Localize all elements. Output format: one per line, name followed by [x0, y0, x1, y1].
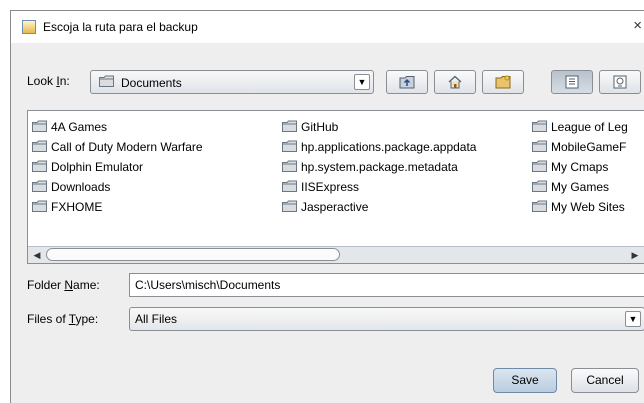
folder-icon [532, 160, 547, 172]
file-name: Jasperactive [301, 200, 369, 214]
file-name: League of Leg [551, 120, 628, 134]
scroll-right-icon[interactable]: ▶ [628, 248, 642, 262]
folder-icon [32, 200, 47, 212]
files-of-type-combo[interactable]: All Files ▼ [129, 307, 644, 331]
window-title: Escoja la ruta para el backup [43, 20, 198, 34]
new-folder-button[interactable] [482, 70, 524, 94]
file-name: GitHub [301, 120, 339, 134]
folder-name-value: C:\Users\misch\Documents [135, 278, 281, 292]
close-icon[interactable]: × [633, 17, 642, 34]
folder-icon [32, 120, 47, 132]
file-name: FXHOME [51, 200, 103, 214]
save-button[interactable]: Save [493, 368, 557, 393]
chevron-down-icon[interactable]: ▼ [354, 74, 370, 90]
cancel-button[interactable]: Cancel [571, 368, 639, 393]
folder-icon [99, 75, 114, 87]
folder-icon [532, 120, 547, 132]
details-view-button[interactable] [599, 70, 641, 94]
folder-icon [282, 200, 297, 212]
file-name: IISExpress [301, 180, 360, 194]
look-in-row: Look In: Documents ▼ [11, 66, 644, 96]
new-folder-icon [495, 75, 511, 92]
scrollbar-thumb[interactable] [46, 248, 340, 261]
folder-icon [282, 140, 297, 152]
files-of-type-label: Files of Type: [27, 312, 99, 326]
file-name: Downloads [51, 180, 111, 194]
look-in-label: Look In: [27, 74, 70, 88]
list-view-button[interactable] [551, 70, 593, 94]
details-view-icon [613, 75, 627, 92]
folder-icon [32, 160, 47, 172]
folder-icon [282, 120, 297, 132]
files-of-type-value: All Files [135, 312, 178, 326]
java-app-icon [22, 20, 36, 34]
file-name: hp.system.package.metadata [301, 160, 458, 174]
title-bar: Escoja la ruta para el backup × [11, 11, 644, 43]
folder-up-icon [399, 76, 415, 92]
folder-icon [532, 140, 547, 152]
file-name: MobileGameF [551, 140, 627, 154]
file-name: Call of Duty Modern Warfare [51, 140, 203, 154]
file-name: My Cmaps [551, 160, 609, 174]
home-icon [447, 75, 463, 92]
folder-icon [32, 180, 47, 192]
look-in-combo[interactable]: Documents ▼ [90, 70, 374, 94]
chevron-down-icon[interactable]: ▼ [625, 311, 641, 327]
file-name: My Web Sites [551, 200, 625, 214]
up-one-level-button[interactable] [386, 70, 428, 94]
file-chooser-dialog: Escoja la ruta para el backup × Look In:… [10, 10, 644, 403]
file-name: 4A Games [51, 120, 108, 134]
file-list[interactable]: 4A Games Call of Duty Modern Warfare Dolph… [27, 110, 644, 264]
folder-name-field[interactable]: C:\Users\misch\Documents [129, 273, 644, 297]
file-name: Dolphin Emulator [51, 160, 144, 174]
folder-icon [32, 140, 47, 152]
file-name: hp.applications.package.appdata [301, 140, 477, 154]
file-name: My Games [551, 180, 610, 194]
folder-name-label: Folder Name: [27, 278, 100, 292]
scroll-left-icon[interactable]: ◀ [30, 248, 44, 262]
folder-icon [532, 180, 547, 192]
home-button[interactable] [434, 70, 476, 94]
horizontal-scrollbar[interactable]: ◀ ▶ [28, 246, 644, 263]
list-view-icon [565, 75, 579, 92]
folder-icon [532, 200, 547, 212]
look-in-value: Documents [121, 76, 182, 90]
folder-icon [282, 160, 297, 172]
folder-icon [282, 180, 297, 192]
